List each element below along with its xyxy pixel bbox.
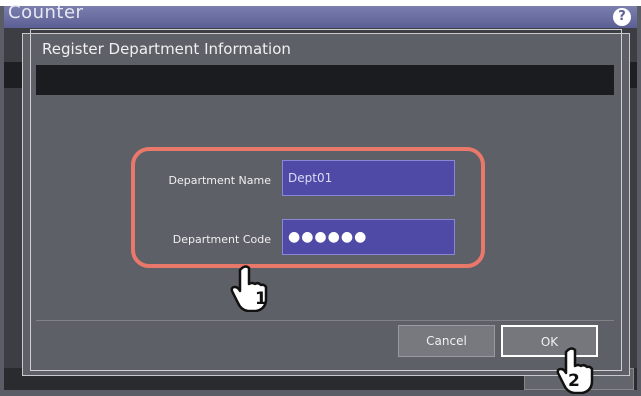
department-code-label: Department Code xyxy=(172,233,271,246)
dialog-title: Register Department Information xyxy=(42,40,291,58)
app-title: Counter xyxy=(8,2,84,23)
tap-hand-icon: 2 xyxy=(556,347,594,394)
register-department-dialog: Register Department Information Departme… xyxy=(22,29,630,376)
dialog-divider xyxy=(36,320,614,321)
help-icon[interactable]: ? xyxy=(613,8,631,26)
department-name-field[interactable]: Dept01 xyxy=(282,160,455,196)
app-side-panel-left xyxy=(4,62,22,88)
cancel-button[interactable]: Cancel xyxy=(398,325,495,357)
department-code-field[interactable]: ●●●●●● xyxy=(282,219,455,255)
message-bar xyxy=(36,65,614,95)
step-1-number: 1 xyxy=(255,289,267,309)
tap-hand-icon: 1 xyxy=(230,265,268,312)
step-2-number: 2 xyxy=(568,371,580,391)
app-titlebar: Counter ? xyxy=(4,2,637,28)
department-name-label: Department Name xyxy=(168,174,271,187)
